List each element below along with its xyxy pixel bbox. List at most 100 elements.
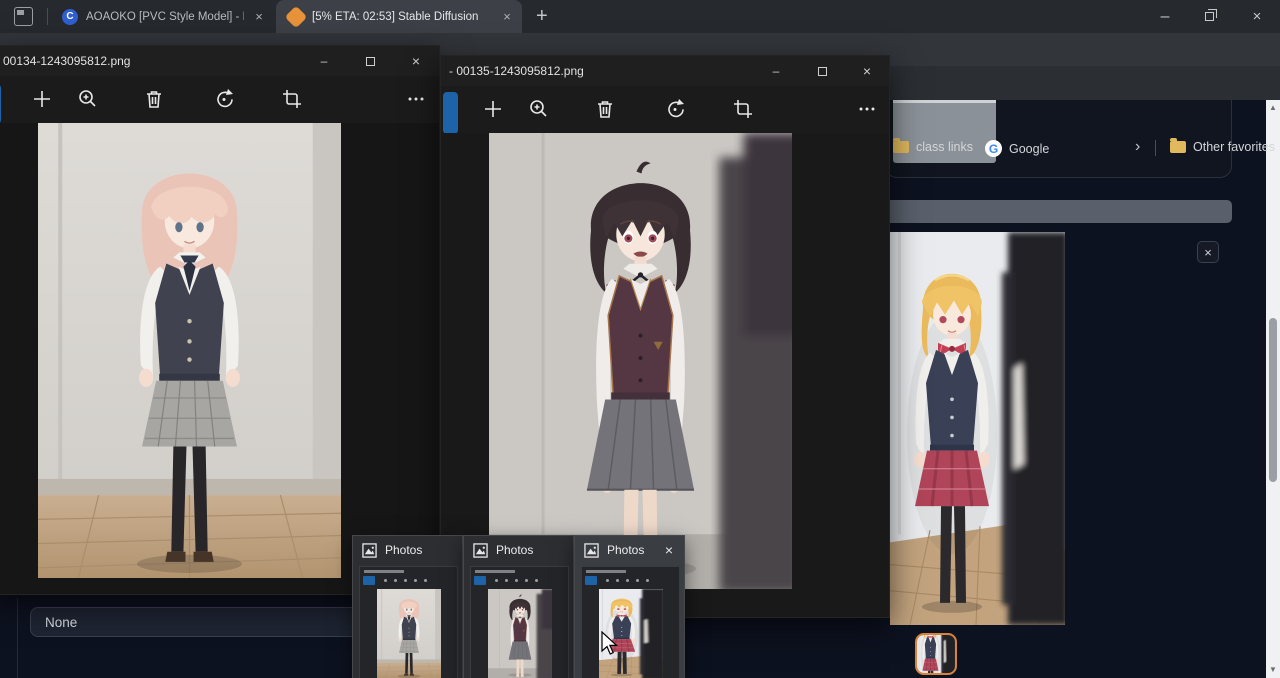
preview-thumbnail[interactable] [581,566,680,678]
add-icon [30,87,54,111]
selection-accent-strip [443,92,458,134]
crop-button[interactable] [275,82,309,116]
sd-output-image-blonde-girl[interactable] [890,232,1065,625]
folder-icon [1170,141,1186,153]
maximize-button[interactable] [353,48,387,74]
delete-button[interactable] [588,92,622,126]
mini-toolbar-dot [525,579,528,582]
photos-app-icon [584,543,599,558]
desktop: × None ▲ ▼ C AOAOKO [PVC Style Model] - … [0,0,1280,678]
photos-left-toolbar [0,76,439,123]
see-more-icon [855,97,879,121]
favorites-separator [1155,140,1156,156]
mini-toolbar-dot [394,579,397,582]
taskbar-preview-photos-2[interactable]: Photos [463,535,574,678]
maximize-button[interactable] [805,58,839,84]
folder-icon [893,141,909,153]
window-minimize-button[interactable]: – [1148,0,1182,33]
mini-toolbar-dot [515,579,518,582]
tab-stable-diffusion[interactable]: [5% ETA: 02:53] Stable Diffusion × [276,0,522,33]
mini-toolbar-dot [505,579,508,582]
selection-accent-strip [0,84,1,124]
mini-toolbar-dot [636,579,639,582]
crop-button[interactable] [726,92,760,126]
crop-icon [731,97,755,121]
photos-app-icon [473,543,488,558]
photos-right-toolbar [441,86,889,133]
rotate-icon [212,87,236,111]
mini-photo [488,589,552,678]
delete-button[interactable] [137,82,171,116]
mini-selected-tool [474,576,486,585]
preview-header: Photos [464,536,573,564]
tab-civitai[interactable]: C AOAOKO [PVC Style Model] - PV × [52,0,274,33]
sd-gallery-close-button[interactable]: × [1197,241,1219,263]
close-button[interactable]: × [850,58,884,84]
favorite-label: Other favorites [1193,140,1275,154]
zoom-button[interactable] [522,92,556,126]
add-button[interactable] [25,82,59,116]
minimize-button[interactable]: – [759,58,793,84]
tab-label: [5% ETA: 02:53] Stable Diffusion [312,11,492,23]
mini-toolbar-dot [646,579,649,582]
mini-photo [377,589,441,678]
photos-window-right: - 00135-1243095812.png – × [440,55,890,618]
new-tab-button[interactable]: + [536,5,548,28]
photo-pink-hair-girl [38,123,341,578]
see-more-button[interactable] [399,82,433,116]
favorite-label: class links [916,140,973,154]
photos-right-title-bar[interactable]: - 00135-1243095812.png – × [441,56,889,86]
photos-left-canvas[interactable] [0,123,439,594]
window-restore-button[interactable] [1192,0,1226,33]
favorite-class-links[interactable]: class links [893,140,973,154]
photos-right-title: - 00135-1243095812.png [449,64,584,78]
zoom-button[interactable] [71,82,105,116]
zoom-in-icon [527,97,551,121]
see-more-button[interactable] [850,92,884,126]
zoom-in-icon [76,87,100,111]
favorites-overflow-chevron[interactable]: › [1135,138,1140,156]
mini-title-bar [586,570,626,573]
add-icon [481,97,505,121]
photos-app-icon [362,543,377,558]
maximize-icon [818,67,827,76]
preview-thumbnail[interactable] [359,566,458,678]
photo-dark-hair-girl [489,133,792,589]
rotate-button[interactable] [658,92,692,126]
minimize-button[interactable]: – [307,48,341,74]
browser-tab-strip: C AOAOKO [PVC Style Model] - PV × [5% ET… [0,0,1280,33]
window-close-button[interactable]: × [1240,0,1274,33]
tab-close-icon[interactable]: × [250,8,268,26]
taskbar-preview-photos-1[interactable]: Photos [352,535,463,678]
google-icon: G [985,140,1002,157]
scrollbar-up-arrow[interactable]: ▲ [1269,104,1277,112]
scrollbar-down-arrow[interactable]: ▼ [1269,666,1277,674]
tab-separator [47,8,48,25]
favorite-label: Google [1009,142,1049,156]
favorite-google[interactable]: G Google [985,140,1049,157]
mini-toolbar-dot [424,579,427,582]
script-dropdown-value: None [45,615,77,630]
photos-left-title: 00134-1243095812.png [3,54,130,68]
preview-header: Photos [353,536,462,564]
preview-close-icon[interactable]: × [660,541,678,559]
rotate-button[interactable] [207,82,241,116]
photos-window-left: 00134-1243095812.png – × [0,45,440,595]
mini-toolbar-dot [606,579,609,582]
add-button[interactable] [476,92,510,126]
mouse-cursor [600,631,620,657]
preview-app-label: Photos [385,543,422,557]
preview-thumbnail[interactable] [470,566,569,678]
scrollbar-thumb[interactable] [1269,318,1277,482]
tab-actions-icon[interactable] [14,7,33,26]
sd-gallery-selected-thumbnail[interactable] [915,633,957,675]
rotate-icon [663,97,687,121]
photos-left-title-bar[interactable]: 00134-1243095812.png – × [0,46,439,76]
favorite-other-favorites[interactable]: Other favorites [1170,140,1275,154]
mini-toolbar-dot [616,579,619,582]
tab-close-icon[interactable]: × [498,8,516,26]
mini-title-bar [475,570,515,573]
taskbar-preview-photos-3[interactable]: Photos × [574,535,685,678]
preview-header: Photos × [575,536,684,564]
close-button[interactable]: × [399,48,433,74]
